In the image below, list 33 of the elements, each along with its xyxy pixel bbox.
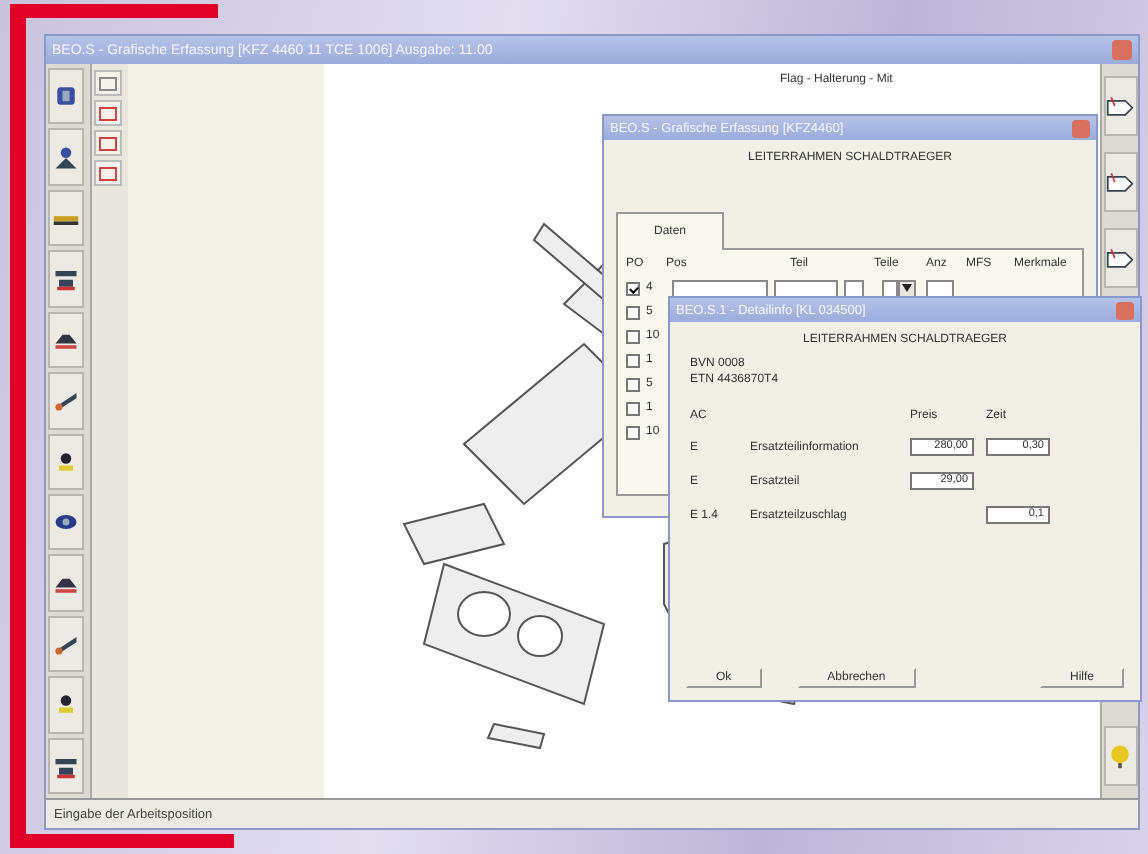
toolbar-button[interactable] xyxy=(48,250,84,308)
toolbar-button[interactable] xyxy=(1103,152,1137,212)
bulb-icon xyxy=(1106,742,1134,770)
toolbar-button[interactable] xyxy=(48,372,84,430)
square-icon xyxy=(52,82,80,111)
toolbar-button[interactable] xyxy=(48,433,84,490)
input-field[interactable] xyxy=(672,279,768,297)
checkbox[interactable] xyxy=(626,377,640,391)
checkbox[interactable] xyxy=(626,401,640,415)
toolbar-button[interactable] xyxy=(1103,76,1137,136)
arrow-icon xyxy=(1106,168,1134,196)
arrow-icon xyxy=(1106,244,1134,272)
toolbar-button[interactable] xyxy=(48,615,84,673)
checkbox[interactable] xyxy=(626,329,640,343)
toolbar-button[interactable] xyxy=(48,128,84,186)
toolbar-button[interactable] xyxy=(48,189,84,247)
toolbar-button[interactable] xyxy=(48,737,84,795)
arrow-icon xyxy=(1106,92,1134,120)
spin-button[interactable] xyxy=(898,279,916,297)
checkbox[interactable] xyxy=(626,305,640,319)
checkbox[interactable] xyxy=(626,353,640,367)
checkbox[interactable] xyxy=(626,425,640,439)
toolbar-button[interactable] xyxy=(48,493,84,551)
toolbar-button[interactable] xyxy=(1103,228,1137,288)
person-icon xyxy=(52,143,80,172)
toolbar-button[interactable] xyxy=(48,311,84,369)
toolbar-button[interactable] xyxy=(48,68,84,125)
checkbox[interactable] xyxy=(626,281,640,295)
toolbar-button[interactable] xyxy=(48,554,84,612)
input-field[interactable] xyxy=(774,279,838,297)
toolbar-button[interactable] xyxy=(48,676,84,734)
caret-icon xyxy=(902,284,912,292)
input-field[interactable] xyxy=(926,279,954,297)
